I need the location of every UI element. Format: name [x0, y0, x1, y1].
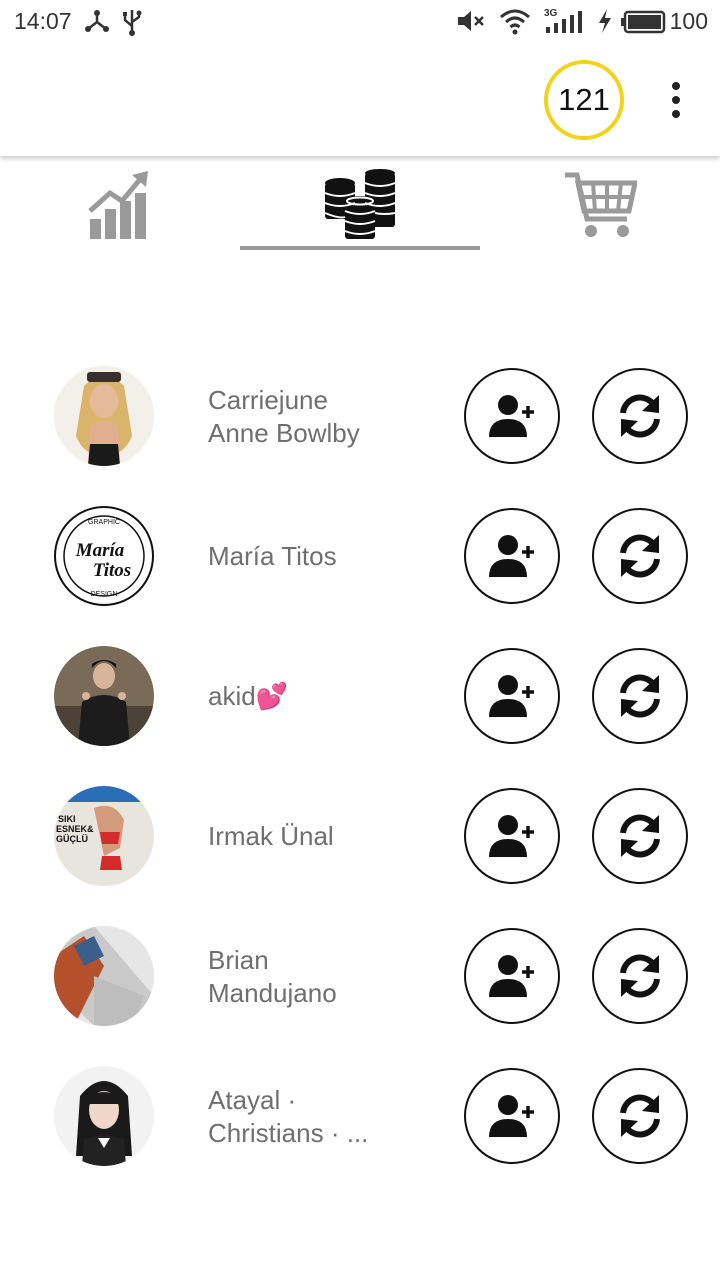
charging-icon — [599, 9, 611, 33]
coin-balance-badge[interactable]: 121 — [544, 60, 624, 140]
refresh-button[interactable] — [592, 368, 688, 464]
wifi-icon — [500, 9, 530, 35]
user-name: akid💕 — [208, 681, 289, 711]
refresh-icon — [620, 674, 660, 718]
list-item: akid💕 — [0, 640, 720, 750]
tab-shop[interactable] — [480, 160, 720, 250]
avatar[interactable]: SIKI ESNEK& GÜÇLÜ — [54, 786, 154, 886]
signal-icon — [546, 11, 582, 33]
refresh-icon — [620, 1094, 660, 1138]
svg-text:GÜÇLÜ: GÜÇLÜ — [56, 834, 88, 844]
svg-text:Titos: Titos — [93, 560, 131, 581]
battery-level: 100 — [669, 8, 708, 34]
user-name: Brian Mandujano — [208, 945, 337, 1008]
avatar[interactable] — [54, 646, 154, 746]
avatar[interactable]: GRAPHIC María Titos DESIGN — [54, 506, 154, 606]
avatar[interactable] — [54, 366, 154, 466]
app-bar: 121 — [0, 44, 720, 156]
coins-stack-icon — [324, 169, 396, 239]
list-item: Brian Mandujano — [0, 920, 720, 1030]
user-name: María Titos — [208, 541, 337, 571]
svg-text:DESIGN: DESIGN — [91, 591, 118, 598]
svg-text:SIKI: SIKI — [58, 814, 76, 824]
follow-button[interactable] — [464, 928, 560, 1024]
stats-chart-icon — [88, 171, 148, 239]
selected-tab-indicator — [240, 246, 480, 250]
refresh-icon — [620, 394, 660, 438]
person-add-icon — [489, 395, 534, 437]
svg-text:ESNEK&: ESNEK& — [56, 824, 94, 834]
list-item: GRAPHIC María Titos DESIGN María Titos — [0, 500, 720, 610]
svg-text:GRAPHIC: GRAPHIC — [88, 519, 120, 526]
follow-button[interactable] — [464, 788, 560, 884]
follow-button[interactable] — [464, 648, 560, 744]
refresh-icon — [620, 814, 660, 858]
refresh-button[interactable] — [592, 508, 688, 604]
avatar[interactable] — [54, 1066, 154, 1166]
person-add-icon — [489, 815, 534, 857]
list-item: Carriejune Anne Bowlby — [0, 360, 720, 470]
person-add-icon — [489, 1095, 534, 1137]
list-item: Atayal · Christians · ... — [0, 1060, 720, 1170]
svg-text:María: María — [75, 540, 125, 561]
list-item: SIKI ESNEK& GÜÇLÜ Irmak Ünal — [0, 780, 720, 890]
follow-button[interactable] — [464, 508, 560, 604]
user-name: Irmak Ünal — [208, 821, 334, 851]
share-icon — [85, 10, 109, 32]
refresh-button[interactable] — [592, 928, 688, 1024]
user-name: Carriejune Anne Bowlby — [208, 385, 360, 448]
status-time: 14:07 — [14, 8, 72, 34]
follow-button[interactable] — [464, 368, 560, 464]
refresh-button[interactable] — [592, 648, 688, 744]
refresh-button[interactable] — [592, 788, 688, 884]
person-add-icon — [489, 535, 534, 577]
tab-stats[interactable] — [0, 160, 240, 250]
refresh-button[interactable] — [592, 1068, 688, 1164]
user-name: Atayal · Christians · ... — [208, 1085, 369, 1148]
avatar[interactable] — [54, 926, 154, 1026]
person-add-icon — [489, 675, 534, 717]
more-vert-icon[interactable] — [662, 80, 690, 120]
follow-button[interactable] — [464, 1068, 560, 1164]
tab-bar — [0, 160, 720, 256]
mute-icon — [458, 11, 484, 31]
refresh-icon — [620, 534, 660, 578]
status-bar: 14:07 3G 100 — [0, 0, 720, 44]
battery-icon — [621, 10, 666, 34]
refresh-icon — [620, 954, 660, 998]
tab-coins[interactable] — [240, 160, 480, 250]
usb-icon — [123, 10, 142, 36]
shopping-cart-icon — [565, 172, 637, 237]
person-add-icon — [489, 955, 534, 997]
